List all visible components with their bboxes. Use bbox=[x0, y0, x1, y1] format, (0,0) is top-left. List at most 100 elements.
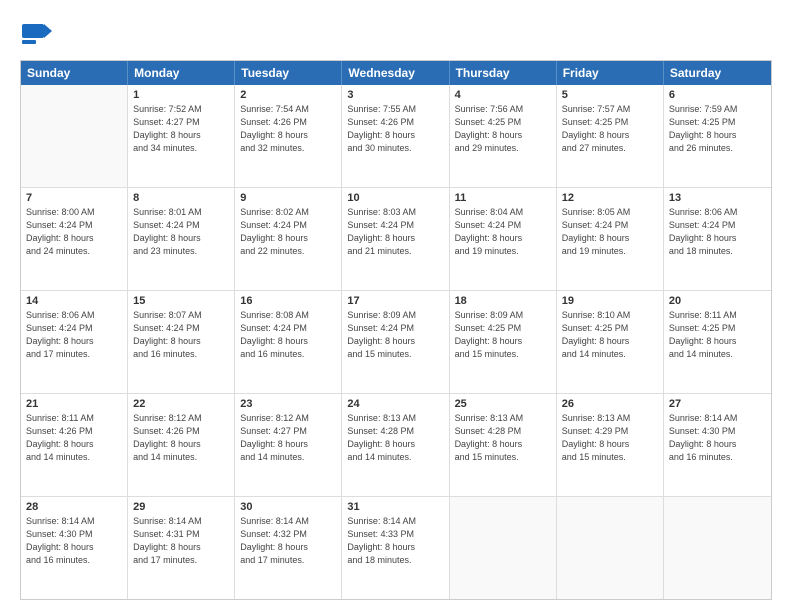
day-number: 1 bbox=[133, 89, 229, 101]
day-number: 20 bbox=[669, 295, 766, 307]
day-info: Sunrise: 7:52 AM Sunset: 4:27 PM Dayligh… bbox=[133, 103, 229, 155]
day-number: 15 bbox=[133, 295, 229, 307]
day-number: 11 bbox=[455, 192, 551, 204]
logo-icon bbox=[20, 18, 52, 50]
cal-cell: 17 Sunrise: 8:09 AM Sunset: 4:24 PM Dayli… bbox=[342, 291, 449, 393]
day-header-friday: Friday bbox=[557, 61, 664, 85]
day-info: Sunrise: 8:12 AM Sunset: 4:27 PM Dayligh… bbox=[240, 412, 336, 464]
day-number: 14 bbox=[26, 295, 122, 307]
day-number: 25 bbox=[455, 398, 551, 410]
day-info: Sunrise: 8:05 AM Sunset: 4:24 PM Dayligh… bbox=[562, 206, 658, 258]
week-row-3: 14 Sunrise: 8:06 AM Sunset: 4:24 PM Dayli… bbox=[21, 290, 771, 393]
header bbox=[20, 18, 772, 50]
cal-cell: 13 Sunrise: 8:06 AM Sunset: 4:24 PM Dayli… bbox=[664, 188, 771, 290]
cal-cell bbox=[450, 497, 557, 599]
day-info: Sunrise: 8:14 AM Sunset: 4:30 PM Dayligh… bbox=[669, 412, 766, 464]
week-row-1: 1 Sunrise: 7:52 AM Sunset: 4:27 PM Daylig… bbox=[21, 85, 771, 187]
day-info: Sunrise: 8:14 AM Sunset: 4:31 PM Dayligh… bbox=[133, 515, 229, 567]
day-info: Sunrise: 8:13 AM Sunset: 4:29 PM Dayligh… bbox=[562, 412, 658, 464]
cal-cell: 15 Sunrise: 8:07 AM Sunset: 4:24 PM Dayli… bbox=[128, 291, 235, 393]
cal-cell: 24 Sunrise: 8:13 AM Sunset: 4:28 PM Dayli… bbox=[342, 394, 449, 496]
cal-cell: 2 Sunrise: 7:54 AM Sunset: 4:26 PM Daylig… bbox=[235, 85, 342, 187]
cal-cell bbox=[664, 497, 771, 599]
cal-cell: 23 Sunrise: 8:12 AM Sunset: 4:27 PM Dayli… bbox=[235, 394, 342, 496]
day-number: 10 bbox=[347, 192, 443, 204]
cal-cell: 27Sunrise: 8:14 AM Sunset: 4:30 PM Dayli… bbox=[664, 394, 771, 496]
day-number: 3 bbox=[347, 89, 443, 101]
cal-cell: 11 Sunrise: 8:04 AM Sunset: 4:24 PM Dayli… bbox=[450, 188, 557, 290]
cal-cell: 29 Sunrise: 8:14 AM Sunset: 4:31 PM Dayli… bbox=[128, 497, 235, 599]
cal-cell: 8Sunrise: 8:01 AM Sunset: 4:24 PM Daylig… bbox=[128, 188, 235, 290]
cal-cell: 10 Sunrise: 8:03 AM Sunset: 4:24 PM Dayli… bbox=[342, 188, 449, 290]
day-info: Sunrise: 8:14 AM Sunset: 4:32 PM Dayligh… bbox=[240, 515, 336, 567]
day-number: 2 bbox=[240, 89, 336, 101]
cal-cell: 30 Sunrise: 8:14 AM Sunset: 4:32 PM Dayli… bbox=[235, 497, 342, 599]
day-header-wednesday: Wednesday bbox=[342, 61, 449, 85]
cal-cell: 9 Sunrise: 8:02 AM Sunset: 4:24 PM Daylig… bbox=[235, 188, 342, 290]
cal-cell bbox=[21, 85, 128, 187]
day-number: 28 bbox=[26, 501, 122, 513]
calendar-header: SundayMondayTuesdayWednesdayThursdayFrid… bbox=[21, 61, 771, 85]
day-number: 23 bbox=[240, 398, 336, 410]
day-info: Sunrise: 8:12 AM Sunset: 4:26 PM Dayligh… bbox=[133, 412, 229, 464]
cal-cell: 12Sunrise: 8:05 AM Sunset: 4:24 PM Dayli… bbox=[557, 188, 664, 290]
day-number: 24 bbox=[347, 398, 443, 410]
day-info: Sunrise: 8:09 AM Sunset: 4:25 PM Dayligh… bbox=[455, 309, 551, 361]
cal-cell: 16 Sunrise: 8:08 AM Sunset: 4:24 PM Dayli… bbox=[235, 291, 342, 393]
day-number: 16 bbox=[240, 295, 336, 307]
cal-cell: 5 Sunrise: 7:57 AM Sunset: 4:25 PM Daylig… bbox=[557, 85, 664, 187]
day-info: Sunrise: 7:56 AM Sunset: 4:25 PM Dayligh… bbox=[455, 103, 551, 155]
calendar-body: 1 Sunrise: 7:52 AM Sunset: 4:27 PM Daylig… bbox=[21, 85, 771, 599]
page: SundayMondayTuesdayWednesdayThursdayFrid… bbox=[0, 0, 792, 612]
day-number: 18 bbox=[455, 295, 551, 307]
day-info: Sunrise: 8:09 AM Sunset: 4:24 PM Dayligh… bbox=[347, 309, 443, 361]
day-info: Sunrise: 8:07 AM Sunset: 4:24 PM Dayligh… bbox=[133, 309, 229, 361]
day-info: Sunrise: 8:02 AM Sunset: 4:24 PM Dayligh… bbox=[240, 206, 336, 258]
day-number: 8 bbox=[133, 192, 229, 204]
day-number: 21 bbox=[26, 398, 122, 410]
day-number: 9 bbox=[240, 192, 336, 204]
day-info: Sunrise: 8:13 AM Sunset: 4:28 PM Dayligh… bbox=[347, 412, 443, 464]
day-info: Sunrise: 7:55 AM Sunset: 4:26 PM Dayligh… bbox=[347, 103, 443, 155]
day-info: Sunrise: 8:14 AM Sunset: 4:30 PM Dayligh… bbox=[26, 515, 122, 567]
day-info: Sunrise: 8:06 AM Sunset: 4:24 PM Dayligh… bbox=[26, 309, 122, 361]
cal-cell: 22Sunrise: 8:12 AM Sunset: 4:26 PM Dayli… bbox=[128, 394, 235, 496]
day-info: Sunrise: 7:59 AM Sunset: 4:25 PM Dayligh… bbox=[669, 103, 766, 155]
day-number: 13 bbox=[669, 192, 766, 204]
day-number: 30 bbox=[240, 501, 336, 513]
day-number: 17 bbox=[347, 295, 443, 307]
week-row-2: 7Sunrise: 8:00 AM Sunset: 4:24 PM Daylig… bbox=[21, 187, 771, 290]
calendar: SundayMondayTuesdayWednesdayThursdayFrid… bbox=[20, 60, 772, 600]
day-number: 31 bbox=[347, 501, 443, 513]
day-info: Sunrise: 8:04 AM Sunset: 4:24 PM Dayligh… bbox=[455, 206, 551, 258]
cal-cell: 19 Sunrise: 8:10 AM Sunset: 4:25 PM Dayli… bbox=[557, 291, 664, 393]
day-number: 4 bbox=[455, 89, 551, 101]
cal-cell: 7Sunrise: 8:00 AM Sunset: 4:24 PM Daylig… bbox=[21, 188, 128, 290]
cal-cell: 28 Sunrise: 8:14 AM Sunset: 4:30 PM Dayli… bbox=[21, 497, 128, 599]
day-number: 19 bbox=[562, 295, 658, 307]
cal-cell: 31 Sunrise: 8:14 AM Sunset: 4:33 PM Dayli… bbox=[342, 497, 449, 599]
day-number: 29 bbox=[133, 501, 229, 513]
day-number: 26 bbox=[562, 398, 658, 410]
day-info: Sunrise: 8:03 AM Sunset: 4:24 PM Dayligh… bbox=[347, 206, 443, 258]
day-info: Sunrise: 7:54 AM Sunset: 4:26 PM Dayligh… bbox=[240, 103, 336, 155]
day-info: Sunrise: 8:00 AM Sunset: 4:24 PM Dayligh… bbox=[26, 206, 122, 258]
cal-cell: 1 Sunrise: 7:52 AM Sunset: 4:27 PM Daylig… bbox=[128, 85, 235, 187]
day-header-monday: Monday bbox=[128, 61, 235, 85]
cal-cell: 6Sunrise: 7:59 AM Sunset: 4:25 PM Daylig… bbox=[664, 85, 771, 187]
cal-cell: 4 Sunrise: 7:56 AM Sunset: 4:25 PM Daylig… bbox=[450, 85, 557, 187]
logo bbox=[20, 18, 56, 50]
day-number: 5 bbox=[562, 89, 658, 101]
day-header-tuesday: Tuesday bbox=[235, 61, 342, 85]
day-info: Sunrise: 8:11 AM Sunset: 4:26 PM Dayligh… bbox=[26, 412, 122, 464]
cal-cell: 14 Sunrise: 8:06 AM Sunset: 4:24 PM Dayli… bbox=[21, 291, 128, 393]
day-header-sunday: Sunday bbox=[21, 61, 128, 85]
day-info: Sunrise: 8:10 AM Sunset: 4:25 PM Dayligh… bbox=[562, 309, 658, 361]
cal-cell: 18 Sunrise: 8:09 AM Sunset: 4:25 PM Dayli… bbox=[450, 291, 557, 393]
day-info: Sunrise: 8:14 AM Sunset: 4:33 PM Dayligh… bbox=[347, 515, 443, 567]
day-info: Sunrise: 7:57 AM Sunset: 4:25 PM Dayligh… bbox=[562, 103, 658, 155]
day-info: Sunrise: 8:08 AM Sunset: 4:24 PM Dayligh… bbox=[240, 309, 336, 361]
cal-cell: 20Sunrise: 8:11 AM Sunset: 4:25 PM Dayli… bbox=[664, 291, 771, 393]
day-info: Sunrise: 8:06 AM Sunset: 4:24 PM Dayligh… bbox=[669, 206, 766, 258]
cal-cell bbox=[557, 497, 664, 599]
